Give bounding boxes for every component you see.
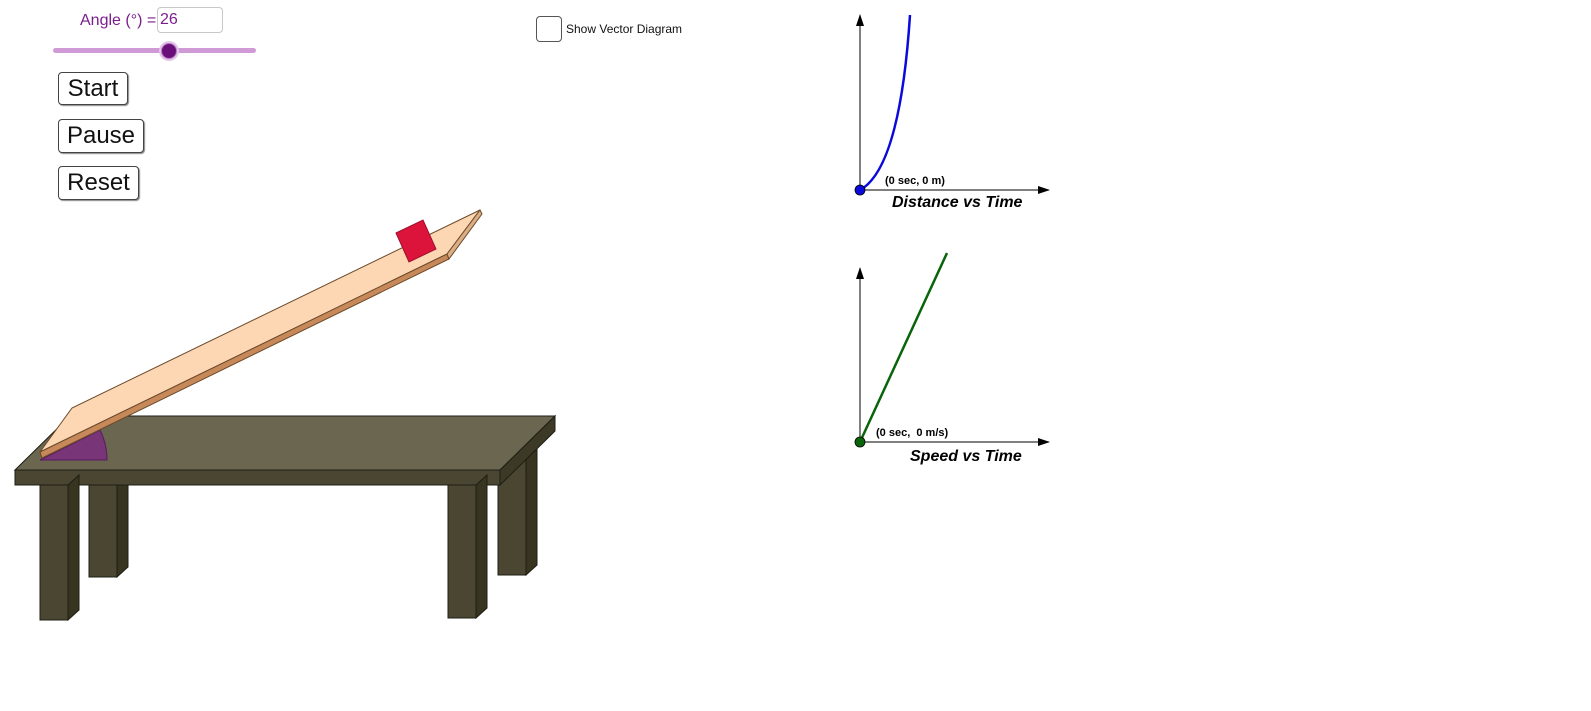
table-leg-front-left [39,484,69,621]
table-leg-back-left [88,483,118,578]
distance-graph-title: Distance vs Time [892,194,1023,211]
speed-line [858,252,949,443]
table-leg-back-right-side [525,447,538,577]
table-leg-front-right-side [475,473,488,620]
speed-origin-point [854,436,866,448]
distance-curve [859,14,912,192]
distance-time-graph: (0 sec, 0 m) Distance vs Time [854,14,1050,211]
table-top-front-edge [14,469,501,486]
speed-time-graph: (0 sec, 0 m/s) Speed vs Time [854,252,1050,465]
table-leg-front-right [447,484,477,619]
speed-point-label: (0 sec, 0 m/s) [876,427,948,439]
physics-scene: (0 sec, 0 m) Distance vs Time (0 sec, 0 … [13,14,1050,622]
distance-point-label: (0 sec, 0 m) [885,175,945,187]
table-leg-back-left-side [116,472,129,579]
speed-graph-title: Speed vs Time [910,448,1022,465]
distance-origin-point [854,184,866,196]
table-leg-front-left-side [67,473,80,622]
